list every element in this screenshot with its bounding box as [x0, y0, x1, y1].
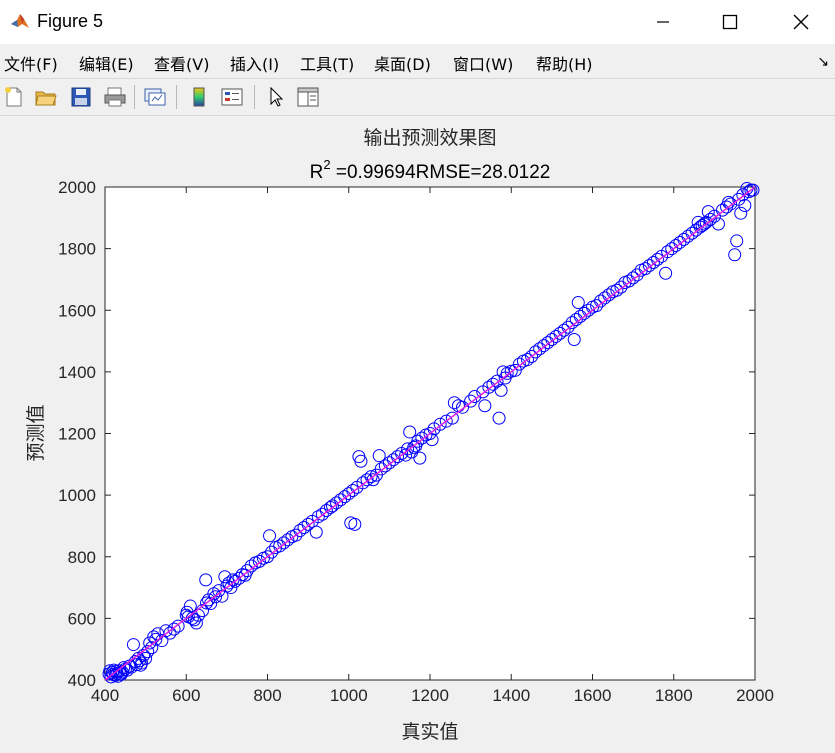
x-tick-label: 1200	[411, 686, 449, 705]
dock-arrow-icon[interactable]: ↘	[817, 54, 829, 70]
scatter-chart[interactable]: 输出预测效果图 R2 =0.99694RMSE=28.0122 400 600 80…	[0, 116, 835, 749]
menu-desktop[interactable]: 桌面(D)	[374, 51, 431, 75]
menu-help[interactable]: 帮助(H)	[536, 51, 593, 75]
x-tick-label: 800	[253, 686, 281, 705]
menu-edit[interactable]: 编辑(E)	[79, 51, 134, 75]
close-icon	[793, 14, 809, 30]
close-button[interactable]	[778, 6, 824, 38]
x-tick-label: 1600	[574, 686, 612, 705]
y-axis-label: 预测值	[25, 404, 47, 461]
minimize-button[interactable]	[640, 6, 686, 38]
menu-view[interactable]: 查看(V)	[154, 51, 209, 75]
insert-colorbar-icon[interactable]	[185, 83, 213, 111]
toolbar-separator	[176, 85, 177, 109]
y-tick-label: 600	[68, 609, 96, 628]
save-icon[interactable]	[67, 83, 95, 111]
print-icon[interactable]	[101, 83, 129, 111]
y-tick-label: 1400	[58, 363, 96, 382]
window-title: Figure 5	[37, 11, 104, 31]
chart-subtitle: R2 =0.99694RMSE=28.0122	[310, 157, 551, 183]
x-tick-label: 1800	[655, 686, 693, 705]
y-tick-label: 2000	[58, 178, 96, 197]
x-tick-label: 2000	[736, 686, 774, 705]
link-plot-icon[interactable]	[141, 83, 169, 111]
figure-toolbar	[0, 78, 835, 116]
y-tick-label: 1800	[58, 240, 96, 259]
menu-bar: 文件(F) 编辑(E) 查看(V) 插入(I) 工具(T) 桌面(D) 窗口(W…	[0, 44, 835, 78]
minimize-icon	[657, 21, 669, 23]
new-figure-icon[interactable]	[0, 83, 28, 111]
x-tick-label: 1400	[492, 686, 530, 705]
menu-file[interactable]: 文件(F)	[4, 51, 58, 75]
edit-plot-icon[interactable]	[262, 83, 290, 111]
maximize-button[interactable]	[707, 6, 753, 38]
y-tick-label: 1000	[58, 486, 96, 505]
window-title-bar: Figure 5	[0, 0, 835, 44]
toolbar-separator	[254, 85, 255, 109]
menu-window[interactable]: 窗口(W)	[453, 51, 513, 75]
property-inspector-icon[interactable]	[294, 83, 322, 111]
chart-title: 输出预测效果图	[363, 127, 496, 149]
menu-insert[interactable]: 插入(I)	[230, 51, 279, 75]
x-tick-label: 1000	[330, 686, 368, 705]
toolbar-separator	[134, 85, 135, 109]
x-axis-label: 真实值	[401, 721, 458, 743]
x-tick-label: 600	[172, 686, 200, 705]
matlab-logo-icon	[9, 10, 31, 32]
insert-legend-icon[interactable]	[218, 83, 246, 111]
y-tick-label: 1600	[58, 301, 96, 320]
figure-canvas: 输出预测效果图 R2 =0.99694RMSE=28.0122 400 600 80…	[0, 116, 835, 749]
y-tick-label: 800	[68, 548, 96, 567]
maximize-icon	[722, 14, 738, 30]
y-tick-label: 400	[68, 671, 96, 690]
open-file-icon[interactable]	[32, 83, 60, 111]
y-tick-label: 1200	[58, 425, 96, 444]
menu-tools[interactable]: 工具(T)	[300, 51, 354, 75]
